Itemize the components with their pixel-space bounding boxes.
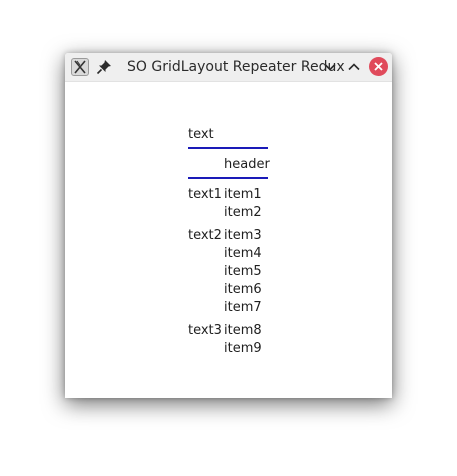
list-item: item3 bbox=[224, 228, 262, 243]
pin-icon[interactable] bbox=[95, 58, 113, 76]
list-item: item9 bbox=[224, 341, 262, 356]
group-label: text3 bbox=[188, 323, 222, 338]
group-label: text1 bbox=[188, 187, 222, 202]
top-label: text bbox=[188, 127, 214, 142]
list-item: item2 bbox=[224, 205, 262, 220]
header-label: header bbox=[224, 157, 270, 172]
list-item: item8 bbox=[224, 323, 262, 338]
chevron-down-icon bbox=[324, 63, 336, 71]
maximize-button[interactable] bbox=[345, 58, 363, 76]
close-button[interactable] bbox=[369, 57, 388, 76]
grid-content: text header text1 item1 item2 text2 item… bbox=[65, 82, 392, 398]
list-item: item1 bbox=[224, 187, 262, 202]
list-item: item5 bbox=[224, 264, 262, 279]
window-title: SO GridLayout Repeater Redux bbox=[127, 59, 345, 75]
header-divider-bottom bbox=[188, 177, 268, 179]
list-item: item4 bbox=[224, 246, 262, 261]
app-window: SO GridLayout Repeater Redux text header… bbox=[65, 53, 392, 398]
header-divider-top bbox=[188, 147, 268, 149]
minimize-button[interactable] bbox=[321, 58, 339, 76]
list-item: item7 bbox=[224, 300, 262, 315]
group-label: text2 bbox=[188, 228, 222, 243]
chevron-up-icon bbox=[348, 63, 360, 71]
list-item: item6 bbox=[224, 282, 262, 297]
title-bar[interactable]: SO GridLayout Repeater Redux bbox=[65, 53, 392, 82]
app-icon[interactable] bbox=[71, 58, 89, 76]
close-icon bbox=[374, 62, 383, 71]
